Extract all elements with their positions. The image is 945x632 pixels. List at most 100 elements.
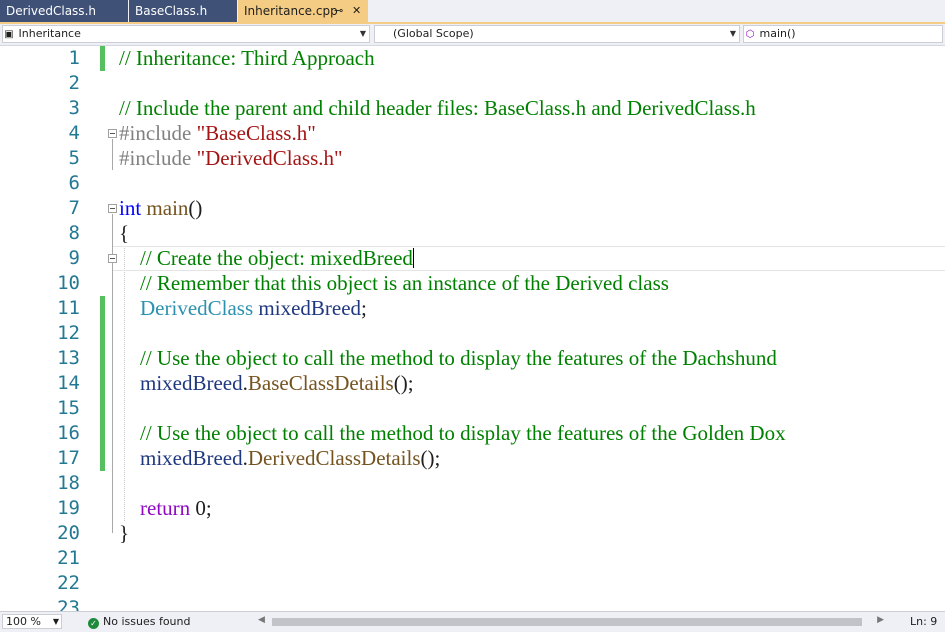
line-number: 7 [68,197,80,219]
code-text: mixedBreed.DerivedClassDetails(); [119,446,440,471]
code-line[interactable]: 13 // Use the object to call the method … [0,346,945,371]
tab-label: BaseClass.h [135,4,208,18]
code-line[interactable]: 14 mixedBreed.BaseClassDetails(); [0,371,945,396]
code-line[interactable]: 10 // Remember that this object is an in… [0,271,945,296]
line-number: 18 [57,472,80,494]
code-text: mixedBreed.BaseClassDetails(); [119,371,414,396]
code-token: mixedBreed [140,371,243,395]
line-number: 17 [57,447,80,469]
code-line[interactable]: 22 [0,571,945,596]
line-number: 4 [68,122,80,144]
line-position: Ln: 9 [910,615,938,628]
code-line[interactable]: 4 #include "BaseClass.h" [0,121,945,146]
tab-label: Inheritance.cpp [244,4,338,18]
line-number: 5 [68,147,80,169]
code-line[interactable]: 1 // Inheritance: Third Approach [0,46,945,71]
scroll-left-icon[interactable]: ◀ [258,615,265,625]
code-text: // Create the object: mixedBreed [119,246,414,271]
code-line[interactable]: 23 [0,596,945,611]
line-number: 14 [57,372,80,394]
code-token: } [119,521,130,545]
code-line[interactable]: 8{ [0,221,945,246]
line-number: 10 [57,272,80,294]
line-number: 6 [68,172,80,194]
code-line[interactable]: 12 [0,321,945,346]
code-token: "DerivedClass.h" [196,146,343,170]
project-dropdown[interactable]: ▣ Inheritance ▼ [2,25,370,43]
code-token: main [146,196,189,220]
zoom-level: 100 % [6,615,41,628]
issues-text: No issues found [103,615,191,628]
code-line[interactable]: 3 // Include the parent and child header … [0,96,945,121]
code-token: mixedBreed [258,296,362,320]
change-marker [100,421,105,446]
code-line[interactable]: 15 [0,396,945,421]
code-line[interactable]: 11 DerivedClass mixedBreed; [0,296,945,321]
issues-indicator[interactable]: ✓ No issues found [88,614,190,629]
code-token: // Remember that this object is an insta… [119,271,669,295]
code-line[interactable]: 7 int main() [0,196,945,221]
change-marker [100,371,105,396]
member-dropdown[interactable]: ⬡ main() [743,25,943,43]
code-text: int main() [119,196,202,221]
line-number: 22 [57,572,80,594]
code-token: (); [393,371,414,395]
code-line[interactable]: 18 [0,471,945,496]
code-text: DerivedClass mixedBreed; [119,296,367,321]
document-tab-strip: DerivedClass.h BaseClass.h Inheritance.c… [0,0,945,24]
change-marker [100,321,105,346]
code-text: // Remember that this object is an insta… [119,271,669,296]
code-line[interactable]: 16 // Use the object to call the method … [0,421,945,446]
line-number: 2 [68,72,80,94]
code-token: DerivedClass [140,296,254,320]
code-editor[interactable]: 1// Inheritance: Third Approach 2 3// Incl… [0,46,945,611]
code-line[interactable]: 21 [0,546,945,571]
code-text: #include "BaseClass.h" [119,121,316,146]
line-number: 19 [57,497,80,519]
code-line[interactable]: 6 [0,171,945,196]
code-line[interactable]: 5 #include "DerivedClass.h" [0,146,945,171]
code-line[interactable]: 20} [0,521,945,546]
tab-inheritance-cpp[interactable]: Inheritance.cpp ⊸ ✕ [238,0,368,22]
code-line[interactable]: 9 // Create the object: mixedBreed [0,246,945,271]
scope-label: (Global Scope) [393,27,474,40]
check-circle-icon: ✓ [88,618,99,629]
tab-derivedclass-h[interactable]: DerivedClass.h [0,0,128,22]
code-token: // Use the object to call the method to … [119,346,777,370]
code-text: return 0; [119,496,212,521]
change-marker [100,346,105,371]
close-icon[interactable]: ✕ [352,0,361,22]
line-number: 21 [57,547,80,569]
function-icon: ⬡ [745,29,755,40]
collapse-icon[interactable] [108,254,117,263]
project-icon: ▣ [4,29,14,40]
code-text: { [119,221,129,246]
zoom-dropdown[interactable]: 100 % ▼ [2,614,62,629]
scroll-right-icon[interactable]: ▶ [877,615,884,625]
code-text: // Include the parent and child header f… [119,96,756,121]
horizontal-scrollbar[interactable]: ◀ ▶ [258,615,884,628]
code-line[interactable]: 2 [0,71,945,96]
collapse-icon[interactable] [108,129,117,138]
code-line[interactable]: 19 return 0; [0,496,945,521]
code-token: int [119,196,142,220]
chevron-down-icon: ▼ [52,617,59,626]
pin-icon[interactable]: ⊸ [334,0,343,22]
line-number: 9 [68,247,80,269]
line-number: 8 [68,222,80,244]
code-token: // Inheritance: Third Approach [119,46,375,70]
code-token: ; [361,296,367,320]
scrollbar-thumb[interactable] [272,618,862,626]
code-token: BaseClassDetails [247,371,394,395]
code-text: // Use the object to call the method to … [119,421,786,446]
collapse-icon[interactable] [108,204,117,213]
line-number: 20 [57,522,80,544]
scope-dropdown[interactable]: (Global Scope) ▼ [374,25,740,43]
tab-baseclass-h[interactable]: BaseClass.h [129,0,237,22]
chevron-down-icon: ▼ [359,29,366,38]
code-token: // Create the object: mixedBreed [119,246,413,270]
code-line[interactable]: 17 mixedBreed.DerivedClassDetails(); [0,446,945,471]
